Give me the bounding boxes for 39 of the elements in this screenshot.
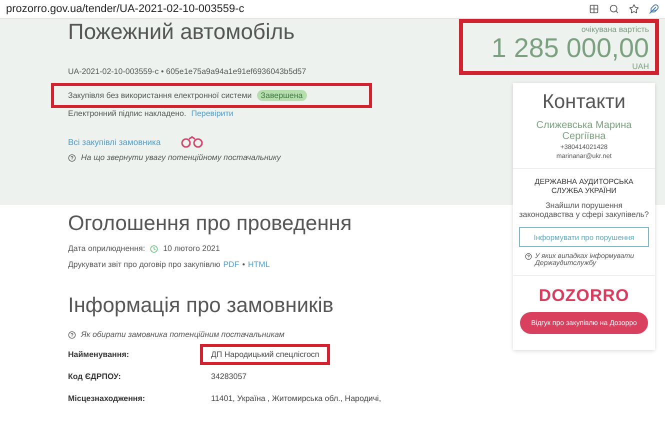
field-label: Код ЄДРПОУ: <box>68 372 122 380</box>
clock-icon <box>150 244 158 252</box>
contacts-title: Контакти <box>542 91 626 114</box>
date-text: 10 лютого 2021 <box>163 244 220 253</box>
all-purchases-link[interactable]: Всі закупівлі замовника <box>68 137 161 147</box>
field-label: Місцезнаходження: <box>68 394 146 402</box>
field-value: 34283057 <box>210 370 248 382</box>
hint-text: На що звернути увагу потенційному постачальнику <box>81 153 281 162</box>
feather-icon[interactable] <box>649 4 659 14</box>
verify-link[interactable]: Перевірити <box>191 109 234 118</box>
price-label: очікувана вартість <box>581 25 649 34</box>
rings-icon <box>180 136 203 148</box>
status-badge: Завершена <box>256 90 307 101</box>
help-icon <box>68 154 76 162</box>
field-value: 11401, Україна , Житомирська обл., Народичі, <box>210 392 382 405</box>
help-icon <box>525 253 532 260</box>
field-label: Найменування: <box>68 350 130 358</box>
print-text: Друкувати звіт про договір про закупівлю <box>68 260 220 269</box>
signature-text: Електронний підпис накладено. <box>68 109 186 118</box>
date-label: Дата оприлюднення: <box>68 244 146 253</box>
audit-question: Знайшли порушення законодавства у сфері закупівель? <box>519 201 649 219</box>
report-link[interactable]: HTML <box>248 260 270 269</box>
tender-id: UA-2021-02-10-003559-c • 605e1e75a9a94a1e91ef6936043b5d57 <box>68 67 306 76</box>
contact-name: Слижевська Марина Сергіївна <box>535 120 633 142</box>
page-title: Пожежний автомобіль <box>68 19 296 45</box>
procurement-type: Закупівля без використання електронної системи <box>68 91 252 100</box>
section-title: Оголошення про проведення <box>68 212 353 236</box>
price-amount: 1 285 000,00 <box>491 34 649 62</box>
separator-dot: • <box>242 260 246 269</box>
section-title: Інформація про замовників <box>68 294 335 318</box>
report-link[interactable]: PDF <box>223 260 240 269</box>
dozorro-logo: DOZORRO <box>538 286 630 306</box>
hint-text: Як обирати замовника потенційним постачальникам <box>81 330 284 339</box>
grid-icon[interactable] <box>589 4 599 14</box>
field-value: ДП Народицький спецлісгосп <box>203 346 328 362</box>
star-icon[interactable] <box>629 4 639 14</box>
currency-text: UAH <box>632 62 649 71</box>
zoom-icon[interactable] <box>609 4 619 14</box>
help-icon <box>68 330 76 338</box>
